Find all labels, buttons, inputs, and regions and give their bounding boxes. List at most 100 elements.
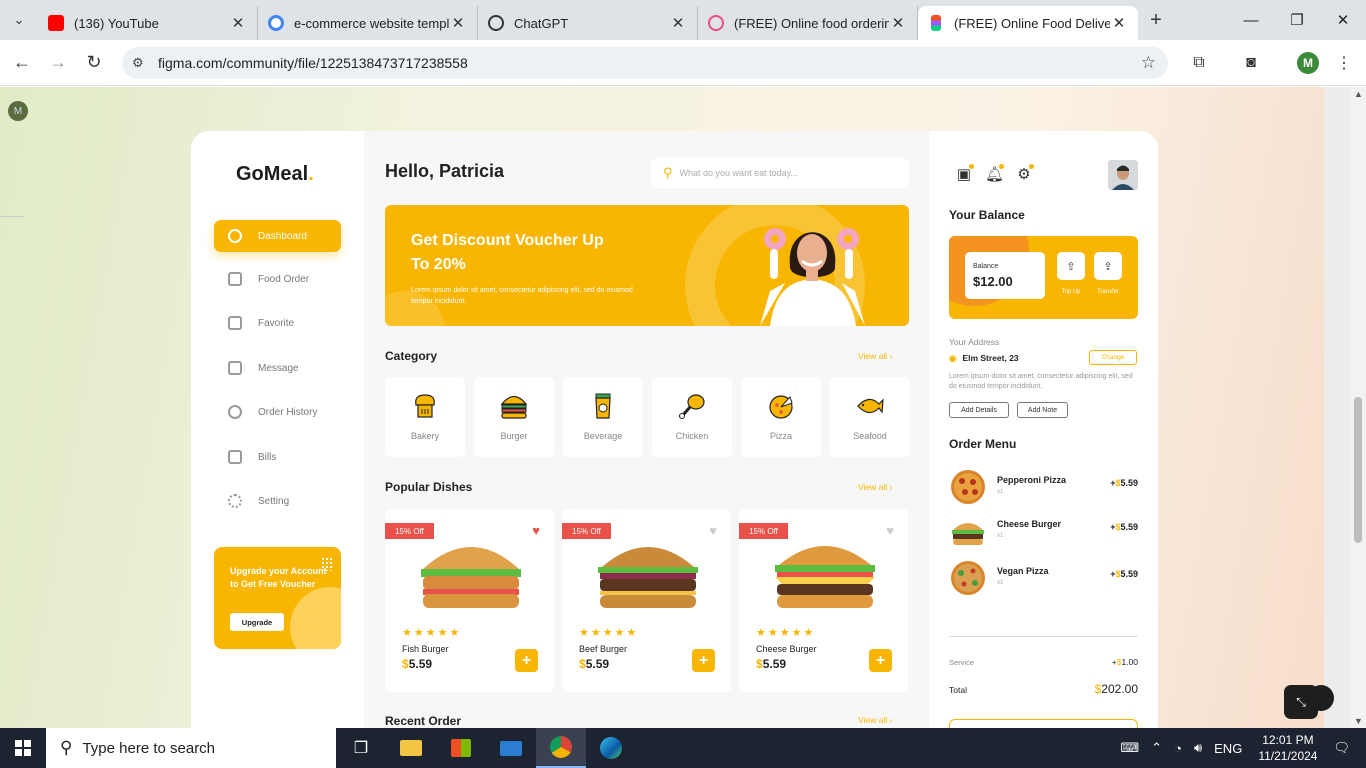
dish-price: $5.59 [402, 657, 433, 671]
upgrade-button[interactable]: Upgrade [230, 613, 284, 631]
sidebar-item-bills[interactable]: Bills [214, 441, 341, 473]
banner-text: Lorem ipsum dolor sit amet, consectetur … [411, 287, 633, 305]
sidebar-item-label: Order History [258, 406, 318, 418]
page-scrollbar[interactable]: ▲ ▼ [1350, 87, 1366, 728]
close-icon[interactable]: ✕ [449, 14, 467, 32]
volume-icon[interactable]: 🔊︎ [1194, 740, 1202, 756]
rating-stars: ★★★★★ [579, 627, 639, 639]
dish-name: Beef Burger [579, 644, 628, 654]
category-label: Beverage [583, 431, 623, 441]
heart-icon[interactable]: ♥ [886, 523, 894, 538]
tab-chatgpt[interactable]: ChatGPT ✕ [478, 6, 698, 40]
logo[interactable]: GoMeal. [236, 163, 314, 186]
heart-icon[interactable]: ♥ [532, 523, 540, 538]
address-bar: ← → ↻ ⚙ figma.com/community/file/1225138… [0, 40, 1366, 86]
restore-button[interactable]: ❐ [1274, 0, 1320, 40]
heart-icon[interactable]: ♥ [709, 523, 717, 538]
language-indicator[interactable]: ENG [1214, 741, 1242, 756]
mail-icon[interactable] [486, 728, 536, 768]
store-icon[interactable] [436, 728, 486, 768]
profile-button[interactable]: M [1295, 40, 1321, 86]
avatar[interactable] [1108, 160, 1138, 190]
sidebar-item-label: Favorite [258, 317, 295, 329]
transfer-button[interactable]: ⇪ [1094, 252, 1122, 280]
sidebar-item-message[interactable]: Message [214, 352, 341, 384]
chrome-icon[interactable] [536, 728, 586, 768]
add-to-cart-button[interactable]: + [515, 649, 538, 672]
taskbar-search-input[interactable]: ⚲ Type here to search [46, 728, 336, 768]
tab-google[interactable]: e-commerce website templa ✕ [258, 6, 478, 40]
checkout-button[interactable] [949, 719, 1138, 728]
close-icon[interactable]: ✕ [1110, 14, 1128, 32]
bookmark-star-icon[interactable]: ☆ [1141, 53, 1156, 73]
order-item[interactable]: Pepperoni Pizza x1 +$5.59 [949, 468, 1139, 506]
category-seafood[interactable]: Seafood [830, 377, 910, 457]
file-explorer-icon[interactable] [386, 728, 436, 768]
order-item[interactable]: Vegan Pizza x1 +$5.59 [949, 559, 1139, 597]
close-icon[interactable]: ✕ [669, 14, 687, 32]
order-item-qty: x1 [997, 580, 1004, 586]
cheese-burger-image [775, 546, 875, 608]
search-input[interactable]: ⚲ What do you want eat today... [651, 158, 909, 188]
tab-youtube[interactable]: (136) YouTube ✕ [38, 6, 258, 40]
category-chicken[interactable]: Chicken [652, 377, 732, 457]
keyboard-icon[interactable]: ⌨ [1120, 740, 1139, 756]
bell-icon[interactable]: 🔔︎ [985, 164, 1004, 183]
sidebar-item-setting[interactable]: Setting [214, 485, 341, 517]
dish-card[interactable]: 15% Off ♥ ★★★★★ Fish Burger $5.59 + [385, 509, 554, 692]
category-burger[interactable]: Burger [474, 377, 554, 457]
scrollbar-thumb[interactable] [1354, 397, 1362, 543]
tab-search-button[interactable]: ⌄ [0, 0, 38, 40]
order-item[interactable]: Cheese Burger x1 +$5.59 [949, 512, 1139, 550]
clock[interactable]: 12:01 PM 11/21/2024 [1258, 732, 1317, 764]
minimize-button[interactable]: — [1228, 0, 1274, 40]
category-pizza[interactable]: Pizza [741, 377, 821, 457]
chevron-up-icon[interactable]: ⌃ [1151, 740, 1162, 756]
scroll-up-icon[interactable]: ▲ [1354, 89, 1363, 99]
category-beverage[interactable]: Beverage [563, 377, 643, 457]
site-settings-icon[interactable]: ⚙ [132, 55, 148, 71]
add-to-cart-button[interactable]: + [692, 649, 715, 672]
network-icon[interactable]: ◔ [1174, 741, 1182, 756]
task-view-icon[interactable]: ❐ [336, 728, 386, 768]
dish-card[interactable]: 15% Off ♥ ★★★★★ Cheese Burger $5.59 + [739, 509, 908, 692]
dashboard-icon [228, 229, 242, 243]
category-view-all-link[interactable]: View all › [858, 351, 892, 361]
new-tab-button[interactable]: + [1138, 9, 1174, 32]
discount-banner[interactable]: Get Discount Voucher Up To 20% Lorem ips… [385, 205, 909, 326]
close-window-button[interactable]: ✕ [1320, 0, 1366, 40]
change-address-button[interactable]: Change [1089, 350, 1137, 365]
recent-view-all-link[interactable]: View all › [858, 715, 892, 725]
sidebar-item-order-history[interactable]: Order History [214, 396, 341, 428]
scroll-down-icon[interactable]: ▼ [1354, 716, 1363, 726]
extensions-icon[interactable]: ⧉ [1186, 40, 1212, 86]
forward-button[interactable]: → [40, 52, 76, 73]
gear-icon[interactable]: ⚙ [1015, 164, 1034, 183]
notification-icon[interactable]: 🗨︎ [1333, 740, 1350, 756]
screenshot-icon[interactable]: ◙ [1238, 40, 1264, 86]
dish-card[interactable]: 15% Off ♥ ★★★★★ Beef Burger $5.59 + [562, 509, 731, 692]
tab-figma[interactable]: (FREE) Online Food Delivery ✕ [918, 6, 1138, 40]
url-field[interactable]: ⚙ figma.com/community/file/1225138473717… [122, 47, 1168, 79]
edge-icon[interactable] [586, 728, 636, 768]
windows-start-button[interactable] [0, 728, 46, 768]
category-bakery[interactable]: Bakery [385, 377, 465, 457]
close-icon[interactable]: ✕ [889, 14, 907, 32]
message-icon[interactable]: ▣ [955, 164, 974, 183]
tab-dribbble[interactable]: (FREE) Online food ordering ✕ [698, 6, 918, 40]
sidebar-item-dashboard[interactable]: Dashboard [214, 220, 341, 252]
collapse-icon[interactable]: ⤡ [1284, 685, 1318, 719]
back-button[interactable]: ← [4, 52, 40, 73]
sidebar-item-favorite[interactable]: Favorite [214, 307, 341, 339]
add-details-button[interactable]: Add Details [949, 402, 1009, 418]
popular-view-all-link[interactable]: View all › [858, 482, 892, 492]
top-up-button[interactable]: ⇧ [1057, 252, 1085, 280]
more-menu-icon[interactable]: ⋮ [1331, 40, 1357, 86]
bakery-icon [415, 394, 435, 418]
add-to-cart-button[interactable]: + [869, 649, 892, 672]
add-note-button[interactable]: Add Note [1017, 402, 1068, 418]
sidebar-item-food-order[interactable]: Food Order [214, 263, 341, 295]
close-icon[interactable]: ✕ [229, 14, 247, 32]
reload-button[interactable]: ↻ [76, 52, 112, 73]
figma-user-avatar[interactable]: M [8, 101, 28, 121]
